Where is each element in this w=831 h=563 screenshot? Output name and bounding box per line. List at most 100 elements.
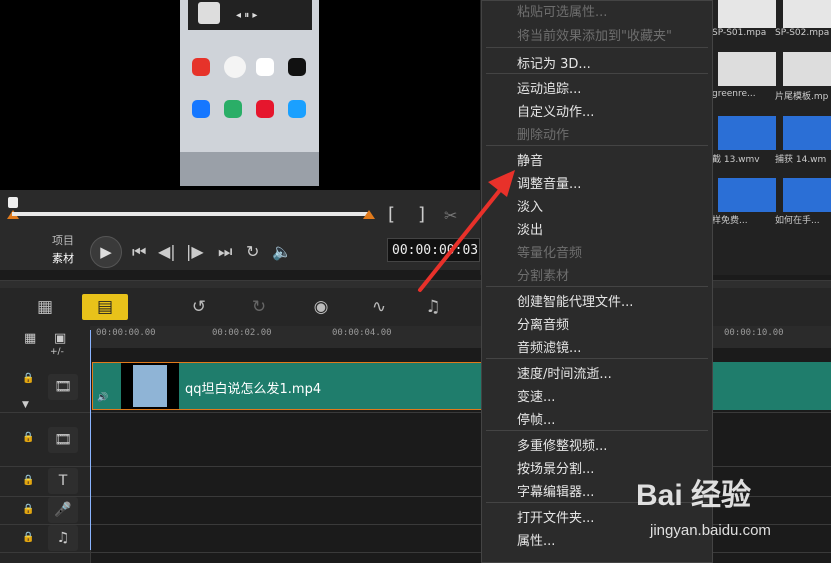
record-capture-icon[interactable]: ◉ xyxy=(298,294,344,320)
library-item-label[interactable]: 如何在手... xyxy=(775,213,820,226)
lock-icon[interactable]: 🔒 xyxy=(22,432,34,443)
microphone-icon[interactable]: 🎤 xyxy=(48,497,78,523)
menu-mark-3d[interactable]: 标记为 3D... xyxy=(517,53,591,72)
watermark-logo: Bai 经验 xyxy=(636,479,752,512)
lock-icon[interactable]: 🔒 xyxy=(22,373,34,384)
menu-freeze-frame[interactable]: 停帧... xyxy=(517,409,555,428)
scrub-bar[interactable] xyxy=(12,212,370,216)
library-item-label[interactable]: greenre... xyxy=(712,89,756,99)
ruler-tick: 00:00:02.00 xyxy=(212,328,272,338)
preview-window: ◂ ⏸ ▸ xyxy=(0,0,480,190)
clip-audio-icon: 🔊 xyxy=(97,393,109,403)
menu-create-proxy[interactable]: 创建智能代理文件... xyxy=(517,291,633,310)
library-item-label[interactable]: 截 13.wmv xyxy=(712,152,760,165)
menu-split-by-scene[interactable]: 按场景分割... xyxy=(517,458,594,477)
go-to-end-icon[interactable]: ⏭ xyxy=(218,242,232,262)
video-track-icon[interactable]: 🎞 xyxy=(48,374,78,400)
menu-subtitle-editor[interactable]: 字幕编辑器... xyxy=(517,481,594,500)
timeline-clip-continuation[interactable] xyxy=(713,362,831,410)
alipay-icon xyxy=(192,100,210,118)
menu-multi-trim[interactable]: 多重修整视频... xyxy=(517,435,607,454)
menu-add-to-favorites: 将当前效果添加到"收藏夹" xyxy=(517,29,672,44)
menu-speed-timelapse[interactable]: 速度/时间流逝... xyxy=(517,363,612,382)
library-item-label[interactable]: SP-S01.mpa xyxy=(712,28,766,38)
add-remove-track-button[interactable]: +/- xyxy=(50,347,64,357)
trim-out-button[interactable]: ] xyxy=(418,204,425,225)
ruler-tick: 00:00:00.00 xyxy=(96,328,156,338)
clip-thumbnail xyxy=(121,363,179,409)
timeline-playhead[interactable] xyxy=(90,330,91,550)
library-item-label[interactable]: 样免费... xyxy=(712,213,748,226)
library-thumb[interactable] xyxy=(718,0,776,28)
app-icon xyxy=(224,56,246,78)
scrubber-handle[interactable] xyxy=(8,197,18,208)
menu-separator xyxy=(486,358,708,359)
volume-icon[interactable]: 🔈 xyxy=(272,242,292,261)
library-thumb[interactable] xyxy=(783,52,831,86)
menu-paste-attributes: 粘贴可选属性... xyxy=(517,5,608,20)
expand-track-icon[interactable]: ▼ xyxy=(22,400,29,410)
timeline-view-icon[interactable]: ▤ xyxy=(82,294,128,320)
menu-split-clip: 分割素材 xyxy=(517,269,570,284)
scissors-icon[interactable]: ✂ xyxy=(444,206,457,225)
lock-icon[interactable]: 🔒 xyxy=(22,532,34,543)
menu-custom-motion[interactable]: 自定义动作... xyxy=(517,101,594,120)
mode-clip-label[interactable]: 素材 xyxy=(52,250,74,268)
menu-separator xyxy=(486,430,708,431)
menu-mute[interactable]: 静音 xyxy=(517,150,543,169)
library-item-label[interactable]: 片尾模板.mp xyxy=(775,89,828,102)
video-track-toggle-icon[interactable]: ▦ xyxy=(24,331,36,346)
menu-split-audio[interactable]: 分离音频 xyxy=(517,314,569,333)
menu-properties[interactable]: 属性... xyxy=(517,530,555,549)
mode-selector[interactable]: 项目 素材 xyxy=(52,232,74,268)
music-track-icon[interactable]: ♫ xyxy=(48,525,78,551)
menu-separator xyxy=(486,47,708,48)
ruler-tick: 00:00:04.00 xyxy=(332,328,392,338)
ruler-tick: 00:00:10.00 xyxy=(724,328,784,338)
menu-fade-in[interactable]: 淡入 xyxy=(517,196,543,215)
menu-fade-out[interactable]: 淡出 xyxy=(517,219,543,238)
title-track-icon[interactable]: T xyxy=(48,468,78,494)
next-frame-icon[interactable]: |▶ xyxy=(186,242,204,261)
menu-normalize-audio: 等量化音频 xyxy=(517,246,583,261)
library-item-label[interactable]: 捕获 14.wm xyxy=(775,152,826,165)
mode-project-label[interactable]: 项目 xyxy=(52,232,74,250)
preview-video-frame: ◂ ⏸ ▸ xyxy=(180,0,319,186)
sound-mixer-icon[interactable]: ∿ xyxy=(356,294,402,320)
timeline-clip[interactable]: 🔊 qq坦白说怎么发1.mp4 xyxy=(92,362,482,410)
play-button[interactable]: ▶ xyxy=(90,236,122,268)
menu-adjust-volume[interactable]: 调整音量... xyxy=(517,173,581,192)
overlay-track-icon[interactable]: 🎞 xyxy=(48,427,78,453)
mark-out-handle[interactable] xyxy=(363,210,375,219)
multi-track-icon[interactable]: ▣ xyxy=(54,331,66,346)
menu-open-folder[interactable]: 打开文件夹... xyxy=(517,507,594,526)
go-to-start-icon[interactable]: ⏮ xyxy=(132,242,146,262)
library-thumb[interactable] xyxy=(718,116,776,150)
undo-icon[interactable]: ↺ xyxy=(176,294,222,320)
menu-variable-speed[interactable]: 变速... xyxy=(517,386,555,405)
weibo-icon xyxy=(256,100,274,118)
redo-icon[interactable]: ↻ xyxy=(236,294,282,320)
timeline-ruler[interactable]: 00:00:00.00 00:00:02.00 00:00:04.00 00:0… xyxy=(90,326,831,348)
menu-audio-filter[interactable]: 音频滤镜... xyxy=(517,337,581,356)
trim-in-button[interactable]: [ xyxy=(388,204,395,225)
lock-icon[interactable]: 🔒 xyxy=(22,475,34,486)
qq-icon xyxy=(256,58,274,76)
library-thumb[interactable] xyxy=(718,178,776,212)
menu-separator xyxy=(486,286,708,287)
timecode-display[interactable]: 00:00:00:03 xyxy=(387,238,480,262)
app-icon xyxy=(192,58,210,76)
library-item-label[interactable]: SP-S02.mpa xyxy=(775,28,829,38)
library-thumb[interactable] xyxy=(783,116,831,150)
repeat-icon[interactable]: ↻ xyxy=(246,242,259,261)
previous-frame-icon[interactable]: ◀| xyxy=(158,242,176,261)
library-thumb[interactable] xyxy=(718,52,776,86)
auto-music-icon[interactable]: ♫ xyxy=(410,294,456,320)
library-thumb[interactable] xyxy=(783,0,831,28)
dock xyxy=(180,152,319,186)
library-thumb[interactable] xyxy=(783,178,831,212)
menu-motion-tracking[interactable]: 运动追踪... xyxy=(517,78,581,97)
storyboard-view-icon[interactable]: ▦ xyxy=(22,294,68,320)
baidu-watermark: Bai 经验 jingyan.baidu.com xyxy=(636,470,831,560)
lock-icon[interactable]: 🔒 xyxy=(22,504,34,515)
